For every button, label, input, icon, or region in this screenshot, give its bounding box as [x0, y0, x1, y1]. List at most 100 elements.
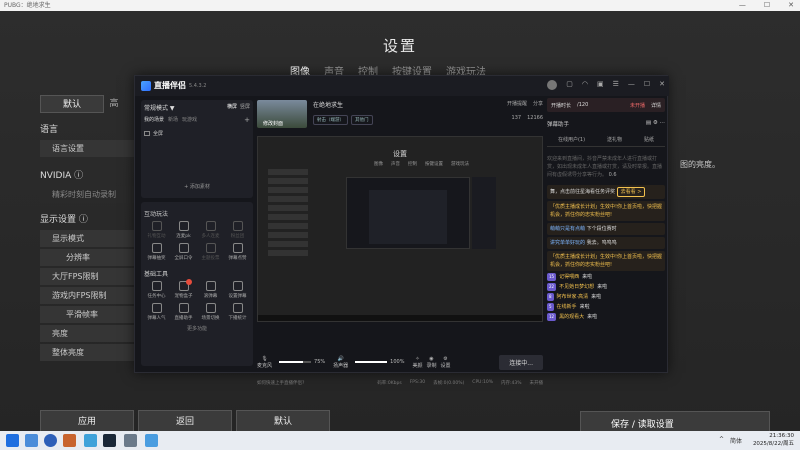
danmu-tools-icon[interactable]: ▤ ⚙ ⋯: [646, 120, 665, 128]
ingame-fps-row[interactable]: 游戏内FPS限制: [40, 287, 134, 304]
steam-icon[interactable]: [103, 434, 116, 447]
lobby-fps-row[interactable]: 大厅FPS限制: [40, 268, 134, 285]
gift-interact-tool[interactable]: 礼物互动: [144, 221, 169, 239]
mic-control[interactable]: 🎙 麦克风: [257, 356, 272, 369]
minimize-icon[interactable]: —: [739, 0, 746, 11]
section-language: 语言: [40, 125, 59, 135]
mode-select[interactable]: 常规模式 ▼: [144, 103, 175, 112]
enter-action: 来啦: [579, 304, 590, 310]
scene-switch-tool[interactable]: 场景切换: [198, 303, 223, 321]
tab-online-users[interactable]: 在线用户(1): [558, 136, 585, 143]
preset-high-tab[interactable]: 高: [104, 95, 124, 113]
record-button[interactable]: ◉ 录制: [426, 356, 436, 369]
live-companion-taskbar-icon[interactable]: [145, 434, 158, 447]
go-see-button[interactable]: 去看看 >: [616, 187, 646, 197]
speaker-label: 扬声器: [333, 362, 349, 369]
danmu-lottery-tool[interactable]: 弹幕抽奖: [144, 243, 169, 261]
settings-button[interactable]: ⚙ 设置: [440, 356, 450, 369]
vote-tool[interactable]: 主题投票: [198, 243, 223, 261]
enter-user[interactable]: 在线新手: [557, 303, 577, 311]
avatar[interactable]: [547, 80, 558, 90]
enter-user[interactable]: 黑的观看大: [559, 313, 584, 321]
add-scene-icon[interactable]: +: [244, 116, 250, 124]
speaker-control[interactable]: 🔊 扬声器: [333, 356, 348, 369]
display-mode-row[interactable]: 显示模式: [40, 230, 134, 247]
enter-action: 来啦: [587, 314, 598, 320]
scroll-danmu-tool[interactable]: 滚弹幕: [198, 281, 223, 299]
tab-stickers[interactable]: 贴纸: [644, 136, 654, 143]
maximize-icon[interactable]: ☐: [764, 0, 770, 11]
live-detail-link[interactable]: 详情: [651, 102, 661, 109]
share-button[interactable]: 分享: [533, 100, 543, 107]
task-center-tool[interactable]: 任务中心: [144, 281, 169, 299]
multi-mic-tool[interactable]: 多人连麦: [198, 221, 223, 239]
menu-icon[interactable]: ☰: [613, 80, 619, 90]
pet-box-tool[interactable]: 宠物盒子: [171, 279, 196, 299]
close-icon[interactable]: ✕: [659, 80, 665, 90]
resolution-row[interactable]: 分辨率: [40, 249, 134, 266]
tag[interactable]: 其他门: [351, 115, 373, 125]
app-header: 直播伴侣 5.4.3.2 ▢ ◠ ▣ ☰ — ☐ ✕: [135, 76, 669, 96]
stream-preview[interactable]: 设置 图像 声音 控制 按键设置 游戏玩法: [257, 136, 543, 322]
connect-button[interactable]: 连接中...: [499, 354, 543, 370]
live-state: 未开播: [629, 102, 645, 109]
preview-tabs: 图像 声音 控制 按键设置 游戏玩法: [374, 161, 469, 167]
tab-my-scenes[interactable]: 我的场景: [144, 116, 164, 124]
offline-stats-tool[interactable]: 下播统计: [225, 303, 250, 321]
live-reminder-button[interactable]: 开播提醒: [507, 100, 527, 107]
beauty-button[interactable]: ✧ 美颜: [412, 356, 422, 369]
language-indicator[interactable]: 简体: [730, 436, 742, 445]
preset-default-tab[interactable]: 默认: [40, 95, 104, 113]
cloud-app-icon[interactable]: [25, 434, 38, 447]
tab-play-game[interactable]: 玩游戏: [182, 116, 197, 124]
maximize-icon[interactable]: ☐: [644, 80, 650, 90]
windows-taskbar: ^ 简体 21:36:30 2025/8/22/周五: [0, 431, 800, 450]
danmu-settings-tool[interactable]: 设置弹幕: [225, 281, 250, 299]
tag[interactable]: 射击（端游）: [313, 115, 348, 125]
fullscreen-command-tool[interactable]: 全屏口令: [171, 243, 196, 261]
feedback-icon[interactable]: ▣: [597, 80, 604, 90]
save-load-button[interactable]: 保存 / 读取设置: [580, 411, 770, 433]
minimize-icon[interactable]: —: [628, 80, 635, 90]
pubg-app-icon[interactable]: [63, 434, 76, 447]
headset-icon[interactable]: ◠: [582, 80, 588, 90]
more-functions-button[interactable]: 更多功能: [144, 325, 250, 332]
clock[interactable]: 21:36:30 2025/8/22/周五: [753, 432, 794, 448]
fans-tool[interactable]: 粉丝团: [225, 221, 250, 239]
add-source-button[interactable]: + 添加素材: [144, 183, 250, 190]
enter-user[interactable]: 不见她日梦幻想: [559, 283, 594, 291]
scene-item[interactable]: 全屏: [144, 130, 250, 137]
enter-user[interactable]: 记得喂西: [559, 273, 579, 281]
danmu-like-tool[interactable]: 弹幕点赞: [225, 243, 250, 261]
brightness-row[interactable]: 亮度: [40, 325, 134, 342]
message-icon[interactable]: ▢: [566, 80, 573, 90]
enter-user[interactable]: 阿布世家·高清: [557, 293, 589, 301]
smooth-fps-row[interactable]: 平滑帧率: [40, 306, 134, 323]
tab-new-scene[interactable]: 新场: [168, 116, 178, 124]
chevron-up-icon[interactable]: ^: [719, 436, 724, 445]
windows-start-icon[interactable]: [6, 434, 19, 447]
speaker-slider[interactable]: [355, 361, 388, 363]
help-link[interactable]: 如何快速上手直播伴侣?: [257, 380, 304, 386]
monitor-app-icon[interactable]: [124, 434, 137, 447]
pk-tool[interactable]: 连麦pk: [171, 221, 196, 239]
stream-cover[interactable]: 修改封面: [257, 100, 307, 128]
k-app-icon[interactable]: [44, 434, 57, 447]
language-setting-row[interactable]: 语言设置: [40, 140, 134, 157]
tab-gifts[interactable]: 送礼物: [607, 136, 622, 143]
preview-nested-chat: [472, 177, 496, 249]
tab-landscape[interactable]: 横屏: [227, 103, 237, 112]
highlights-row[interactable]: 精彩时刻自动录制: [40, 186, 134, 203]
overall-brightness-row[interactable]: 整体亮度: [40, 344, 134, 361]
danmu-user[interactable]: 讲究单单好玩的: [550, 240, 585, 246]
danmu-popularity-tool[interactable]: 弹幕人气: [144, 303, 169, 321]
bitrate: 码率:0Kbps: [377, 381, 402, 386]
fps: FPS:30: [409, 380, 426, 385]
tab-portrait[interactable]: 竖屏: [240, 103, 250, 112]
mic-slider[interactable]: [279, 361, 312, 363]
danmu-user[interactable]: 萌萌只是有点萌: [550, 226, 585, 232]
live-assistant-tool[interactable]: 直播助手: [171, 303, 196, 321]
basic-tools: 任务中心 宠物盒子 滚弹幕 设置弹幕 弹幕人气 直播助手 场景切换 下播统计: [144, 279, 250, 321]
close-icon[interactable]: ✕: [788, 0, 794, 11]
s-app-icon[interactable]: [84, 434, 97, 447]
